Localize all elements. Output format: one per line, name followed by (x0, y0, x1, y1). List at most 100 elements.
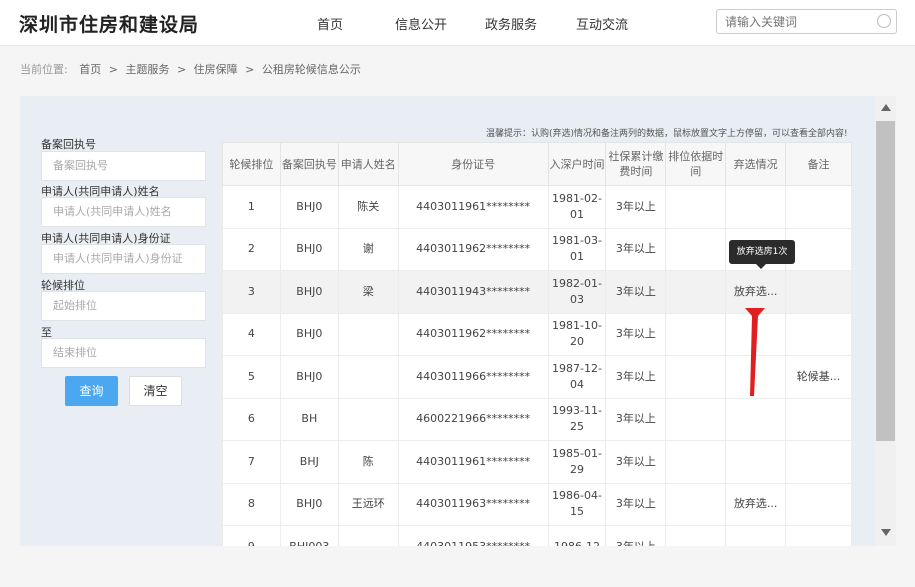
col-rank-basis: 排位依据时间 (665, 142, 727, 186)
breadcrumb-sep: > (108, 63, 118, 76)
table-cell: 1981-02-01 (547, 185, 607, 229)
table-cell: BHJ (279, 440, 339, 484)
breadcrumb-prefix: 当前位置: (20, 63, 68, 76)
col-rank: 轮候排位 (222, 142, 281, 186)
table-cell: 陈 (337, 440, 399, 484)
table-cell (665, 227, 727, 271)
site-logo[interactable]: 深圳市住房和建设局 (19, 10, 199, 37)
nav-home[interactable]: 首页 (317, 14, 343, 33)
col-hukou-date: 入深户时间 (547, 142, 607, 186)
table-cell (337, 397, 399, 441)
table-cell[interactable]: 轮候基... (785, 355, 852, 399)
table-cell: 1993-11-25 (547, 397, 607, 441)
page-bottom (0, 546, 915, 587)
table-row: 3 BHJ0 梁 4403011943******** 1982-01-03 3年以上 放弃… (222, 270, 852, 314)
table-cell: 4 (222, 312, 281, 356)
table-cell (725, 397, 787, 441)
col-social-security: 社保累计缴费时间 (605, 142, 667, 186)
table-cell (785, 525, 852, 546)
col-id: 身份证号 (397, 142, 549, 186)
hint-text: 温馨提示：认购(弃选)情况和备注两列的数据，鼠标放置文字上方停留，可以查看全部内… (486, 129, 848, 139)
content-panel: 备案回执号 备案回执号 申请人(共同申请人)姓名 申请人(共同申请人)姓名 申请… (20, 96, 896, 546)
table-cell (337, 355, 399, 399)
table-cell[interactable]: 放弃选... (725, 482, 787, 526)
table-cell: 4403011966******** (397, 355, 549, 399)
table-cell (665, 482, 727, 526)
table-cell: BHJ0 (279, 482, 339, 526)
table-cell: 4600221966******** (397, 397, 549, 441)
table-cell (665, 355, 727, 399)
results-table: 轮候排位 备案回执号 申请人姓名 身份证号 入深户时间 社保累计缴费时间 排位依… (222, 142, 852, 546)
table-cell: BHJ0 (279, 312, 339, 356)
scroll-up-icon[interactable] (881, 104, 891, 111)
table-cell (725, 185, 787, 229)
abandon-tooltip: 放弃选房1次 (729, 240, 795, 264)
rank-end-input[interactable]: 结束排位 (41, 338, 206, 368)
table-header-row: 轮候排位 备案回执号 申请人姓名 身份证号 入深户时间 社保累计缴费时间 排位依… (222, 142, 852, 186)
table-cell: 7 (222, 440, 281, 484)
table-cell: 3年以上 (605, 525, 667, 546)
table-cell[interactable]: 放弃选... (725, 270, 787, 314)
table-row: 7 BHJ 陈 4403011961******** 1985-01-29 3年以上 (222, 440, 852, 484)
table-cell: 4403011962******** (397, 312, 549, 356)
table-cell: 4403011961******** (397, 185, 549, 229)
query-button[interactable]: 查询 (65, 376, 118, 406)
table-cell: 1986-12 (547, 525, 607, 546)
table-cell: 4403011962******** (397, 227, 549, 271)
table-cell (665, 270, 727, 314)
table-cell: 梁 (337, 270, 399, 314)
table-cell: 3年以上 (605, 185, 667, 229)
table-cell (725, 312, 787, 356)
table-cell (785, 270, 852, 314)
table-cell (337, 312, 399, 356)
table-cell: 4403011953******** (397, 525, 549, 546)
table-row: 9BHJ003 4403011953********1986-123年以上 (222, 525, 852, 546)
table-cell (725, 355, 787, 399)
table-cell: 6 (222, 397, 281, 441)
search-input[interactable] (717, 10, 867, 33)
table-row: 8 BHJ0 王远环 4403011963******** 1986-04-15 3年以上… (222, 482, 852, 526)
table-cell (785, 440, 852, 484)
table-cell: 3年以上 (605, 355, 667, 399)
nav-interaction[interactable]: 互动交流 (576, 14, 628, 33)
breadcrumb-current: 公租房轮候信息公示 (261, 63, 361, 76)
scrollbar[interactable] (875, 96, 896, 546)
table-cell: BH (279, 397, 339, 441)
nav-info-public[interactable]: 信息公开 (395, 14, 447, 33)
table-cell (665, 185, 727, 229)
receipt-input[interactable]: 备案回执号 (41, 151, 206, 181)
breadcrumb-topic[interactable]: 主题服务 (125, 63, 169, 76)
table-cell: 谢 (337, 227, 399, 271)
table-cell (337, 525, 399, 546)
applicant-name-input[interactable]: 申请人(共同申请人)姓名 (41, 197, 206, 227)
table-cell: 9 (222, 525, 281, 546)
clear-button[interactable]: 清空 (129, 376, 182, 406)
search-box[interactable] (716, 9, 897, 34)
rank-start-input[interactable]: 起始排位 (41, 291, 206, 321)
scroll-down-icon[interactable] (881, 529, 891, 536)
nav-gov-service[interactable]: 政务服务 (485, 14, 537, 33)
breadcrumb-home[interactable]: 首页 (79, 63, 101, 76)
table-row: 6 BH 4600221966******** 1993-11-25 3年以上 (222, 397, 852, 441)
table-cell: 3年以上 (605, 227, 667, 271)
col-name: 申请人姓名 (337, 142, 399, 186)
col-abandon: 弃选情况 (725, 142, 787, 186)
table-cell: BHJ0 (279, 355, 339, 399)
col-receipt: 备案回执号 (279, 142, 339, 186)
search-icon[interactable] (877, 14, 891, 28)
scroll-thumb[interactable] (876, 121, 895, 441)
breadcrumb-sep: > (245, 63, 255, 76)
table-cell: 3 (222, 270, 281, 314)
applicant-id-input[interactable]: 申请人(共同申请人)身份证 (41, 244, 206, 274)
label-receipt: 备案回执号 (41, 138, 96, 151)
table-cell (785, 185, 852, 229)
col-remark: 备注 (785, 142, 852, 186)
table-cell (785, 482, 852, 526)
table-cell: 4403011961******** (397, 440, 549, 484)
breadcrumb-housing[interactable]: 住房保障 (194, 63, 238, 76)
table-cell (665, 312, 727, 356)
table-cell: 3年以上 (605, 440, 667, 484)
table-cell: 3年以上 (605, 312, 667, 356)
tooltip-tail (756, 264, 766, 269)
table-cell (665, 397, 727, 441)
